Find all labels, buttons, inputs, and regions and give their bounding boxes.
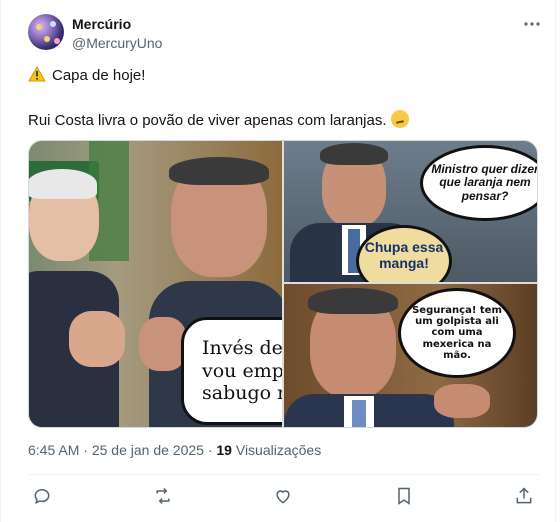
post-metadata: 6:45 AM · 25 de jan de 2025 · 19 Visuali… bbox=[28, 442, 322, 458]
media-image-bottom-right[interactable]: Segurança! tem um golpista ali com uma m… bbox=[284, 284, 537, 427]
post-media[interactable]: Invés de m vou empu sabugo no Ministro q… bbox=[28, 140, 538, 428]
author-handle[interactable]: @MercuryUno bbox=[72, 35, 162, 51]
more-dots-icon[interactable] bbox=[520, 14, 544, 34]
media-image-top-right[interactable]: Ministro quer dizer que laranja nem pens… bbox=[284, 141, 537, 282]
smirking-emoji-icon bbox=[390, 110, 409, 128]
author-name[interactable]: Mercúrio bbox=[72, 16, 131, 32]
media-image-left[interactable]: Invés de m vou empu sabugo no bbox=[29, 141, 282, 427]
speech-bubble-left: Invés de m vou empu sabugo no bbox=[181, 317, 282, 425]
post-time[interactable]: 6:45 AM bbox=[28, 442, 79, 458]
post-header: Mercúrio @MercuryUno bbox=[28, 14, 544, 54]
reply-icon[interactable] bbox=[30, 484, 54, 508]
avatar[interactable] bbox=[28, 14, 64, 50]
speech-bubble-bottom-right: Segurança! tem um golpista ali com uma m… bbox=[398, 288, 516, 378]
speech-bubble-top-right: Ministro quer dizer que laranja nem pens… bbox=[420, 145, 537, 221]
views-count: 19 bbox=[216, 442, 232, 458]
post-text-line1: Capa de hoje! bbox=[28, 65, 146, 84]
views-label: Visualizações bbox=[235, 442, 322, 458]
post-text-caption: Capa de hoje! bbox=[52, 67, 146, 84]
warning-emoji-icon bbox=[28, 65, 46, 82]
actions-divider bbox=[28, 474, 540, 475]
post-date[interactable]: 25 de jan de 2025 bbox=[92, 442, 204, 458]
post-actions-bar bbox=[30, 484, 536, 508]
bookmark-icon[interactable] bbox=[392, 484, 416, 508]
share-icon[interactable] bbox=[512, 484, 536, 508]
timeline-border-right bbox=[555, 0, 556, 522]
post-text-line2: Rui Costa livra o povão de viver apenas … bbox=[28, 110, 409, 129]
timeline-border-left bbox=[0, 0, 1, 522]
repost-icon[interactable] bbox=[151, 484, 175, 508]
like-icon[interactable] bbox=[271, 484, 295, 508]
post-text-body: Rui Costa livra o povão de viver apenas … bbox=[28, 112, 387, 129]
